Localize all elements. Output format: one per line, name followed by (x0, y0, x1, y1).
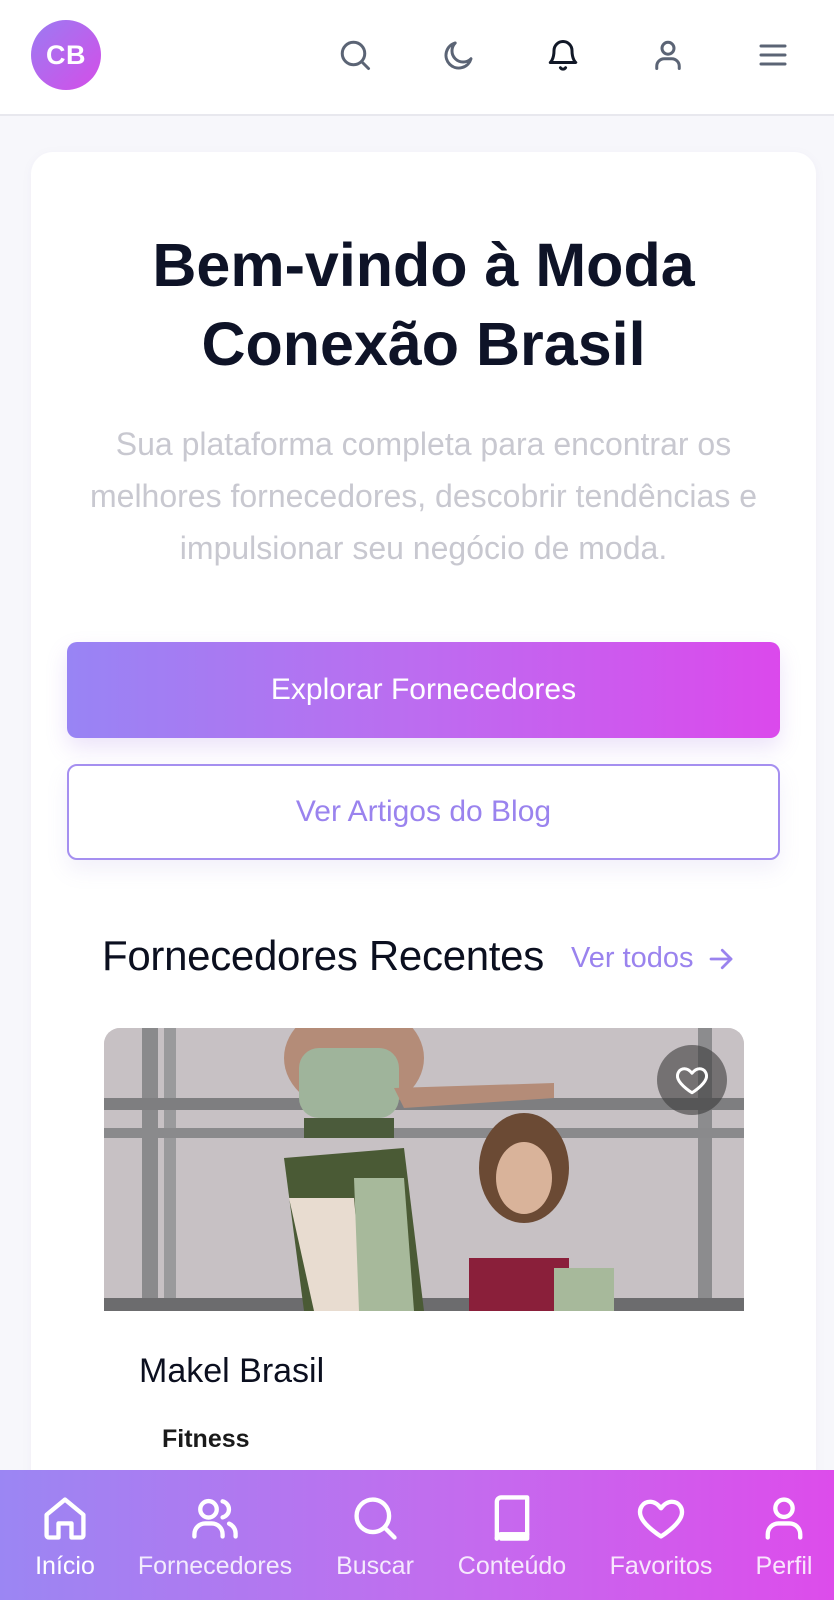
heart-icon (637, 1499, 685, 1539)
heart-icon (676, 1067, 708, 1095)
arrow-right-icon (709, 948, 732, 969)
nav-item-suppliers[interactable]: Fornecedores (135, 1470, 295, 1600)
bell-icon[interactable] (541, 33, 585, 77)
users-icon (192, 1498, 238, 1539)
book-icon (494, 1495, 530, 1541)
top-header: CB (0, 0, 834, 116)
avatar[interactable]: CB (31, 20, 101, 90)
nav-item-home[interactable]: Início (30, 1470, 100, 1600)
search-icon[interactable] (333, 33, 377, 77)
supplier-image[interactable] (104, 1028, 744, 1311)
favorite-button[interactable] (657, 1045, 727, 1115)
nav-label: Buscar (336, 1552, 414, 1580)
supplier-category: Fitness (162, 1425, 250, 1453)
nav-item-profile[interactable]: Perfil (752, 1470, 816, 1600)
hero-subtitle: Sua plataforma completa para encontrar o… (89, 426, 758, 566)
nav-label: Fornecedores (137, 1552, 293, 1580)
bottom-nav: Início Fornecedores Buscar Conteúdo Favo… (0, 1470, 834, 1600)
nav-label: Início (35, 1552, 95, 1580)
nav-label: Conteúdo (457, 1552, 567, 1580)
search-icon (354, 1497, 397, 1540)
home-icon (44, 1497, 86, 1540)
nav-label: Favoritos (609, 1552, 713, 1580)
hero-title: Bem-vindo à Moda Conexão Brasil (152, 231, 695, 378)
user-icon (765, 1497, 803, 1540)
nav-item-favorites[interactable]: Favoritos (607, 1470, 715, 1600)
supplier-photo (104, 1028, 744, 1311)
menu-icon[interactable] (751, 33, 795, 77)
blog-articles-button[interactable]: Ver Artigos do Blog (67, 764, 780, 860)
nav-item-search[interactable]: Buscar (334, 1470, 416, 1600)
see-all-label: Ver todos (571, 942, 694, 974)
see-all-link[interactable]: Ver todos (571, 942, 736, 975)
moon-icon[interactable] (437, 33, 481, 77)
nav-label: Perfil (755, 1552, 813, 1580)
explore-suppliers-button[interactable]: Explorar Fornecedores (67, 642, 780, 738)
nav-item-content[interactable]: Conteúdo (455, 1470, 569, 1600)
user-icon[interactable] (646, 33, 690, 77)
recent-suppliers-title: Fornecedores Recentes (102, 932, 544, 979)
supplier-name[interactable]: Makel Brasil (139, 1352, 324, 1391)
